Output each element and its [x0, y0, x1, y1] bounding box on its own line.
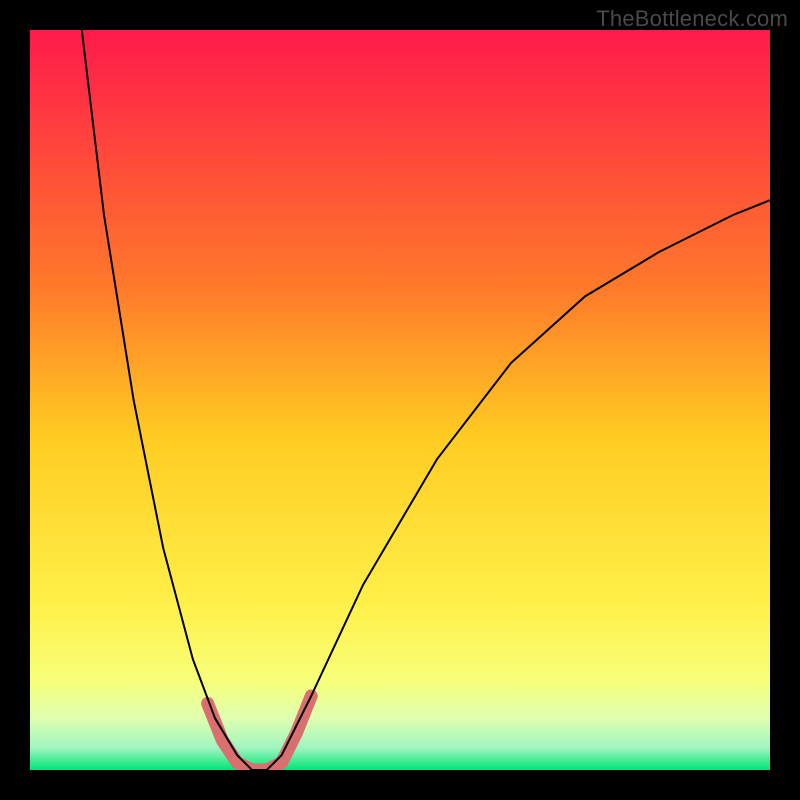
curve-layer [30, 30, 770, 770]
bottleneck-curve-path [82, 30, 770, 770]
watermark-text: TheBottleneck.com [596, 6, 788, 32]
chart-frame: TheBottleneck.com [0, 0, 800, 800]
plot-area [30, 30, 770, 770]
